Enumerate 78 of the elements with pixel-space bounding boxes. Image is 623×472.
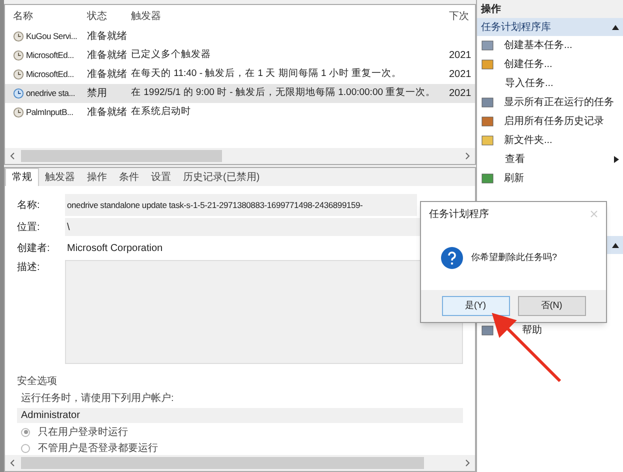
collapse-icon[interactable] bbox=[612, 242, 619, 248]
action-item[interactable]: 导入任务... bbox=[477, 74, 623, 93]
task-trigger: 在每天的 11:40 - 触发后，在 1 天 期间每隔 1 小时 重复一次。 bbox=[131, 67, 403, 82]
tab[interactable]: 操作 bbox=[81, 168, 113, 186]
name-field[interactable]: onedrive standalone update task-s-1-5-21-2971380883-1699771498-2436899159- bbox=[65, 194, 417, 216]
submenu-arrow-icon bbox=[614, 156, 619, 163]
task-next-run: 2021 bbox=[449, 68, 472, 82]
task-status: 准备就绪 bbox=[87, 30, 128, 44]
dialog-button[interactable]: 是(Y) bbox=[442, 296, 510, 316]
run-as-label: 运行任务时，请使用下列用户帐户: bbox=[20, 392, 175, 406]
field-label: 位置: bbox=[17, 220, 41, 234]
refresh-icon bbox=[481, 172, 494, 185]
task-row[interactable]: onedrive sta... 禁用 在 1992/5/1 的 9:00 时 - 触发后，无限期地每隔 1.00:00:00 重复一次。 2021 bbox=[5, 84, 475, 103]
section-title: 安全选项 bbox=[17, 374, 58, 389]
collapse-icon[interactable] bbox=[612, 24, 619, 30]
task-row[interactable]: PalmInputB... 准备就绪 在系统启动时 bbox=[5, 103, 475, 122]
tab[interactable]: 条件 bbox=[113, 168, 145, 186]
task-name: KuGou Servi... bbox=[26, 30, 78, 43]
clock-icon bbox=[13, 107, 24, 118]
tab[interactable]: 历史记录(已禁用) bbox=[177, 168, 266, 186]
field-label: 创建者: bbox=[17, 242, 51, 256]
task-status: 准备就绪 bbox=[87, 68, 128, 82]
task-trigger: 在系统启动时 bbox=[131, 105, 192, 120]
task-row[interactable]: KuGou Servi... 准备就绪 bbox=[5, 27, 475, 46]
radio-label: 不管用户是否登录都要运行 bbox=[38, 442, 158, 455]
task-status: 准备就绪 bbox=[87, 106, 128, 120]
clock-icon bbox=[13, 50, 24, 61]
task-name: MicrosoftEd... bbox=[26, 68, 74, 81]
tab[interactable]: 常规 bbox=[5, 168, 39, 186]
document-icon bbox=[481, 324, 494, 337]
description-field[interactable] bbox=[65, 260, 463, 364]
tab[interactable]: 触发器 bbox=[39, 168, 81, 186]
column-header[interactable]: 状态 bbox=[87, 8, 131, 24]
task-next-run: 2021 bbox=[449, 49, 472, 63]
clock-icon bbox=[13, 69, 24, 80]
action-item[interactable]: 创建任务... bbox=[477, 55, 623, 74]
action-item[interactable]: 创建基本任务... bbox=[477, 36, 623, 55]
field-label: 名称: bbox=[17, 198, 41, 212]
task-row[interactable]: MicrosoftEd... 准备就绪 在每天的 11:40 - 触发后，在 1 天 期间每隔 1 小时 重复一次。 2021 bbox=[5, 65, 475, 84]
action-item[interactable]: 刷新 bbox=[477, 169, 623, 188]
document-icon bbox=[481, 96, 494, 109]
folder-icon bbox=[481, 134, 494, 147]
panel-title: 操作 bbox=[477, 0, 623, 18]
field-label: 描述: bbox=[17, 260, 41, 275]
action-item[interactable]: 启用所有任务历史记录 bbox=[477, 112, 623, 131]
radio-button[interactable] bbox=[21, 428, 30, 436]
radio-label: 只在用户登录时运行 bbox=[38, 426, 128, 440]
dialog-message: 你希望删除此任务吗? bbox=[471, 251, 558, 264]
action-item[interactable]: 新文件夹... bbox=[477, 131, 623, 150]
annotation-arrow bbox=[490, 313, 562, 383]
task-name: onedrive sta... bbox=[26, 87, 75, 100]
task-name: PalmInputB... bbox=[26, 106, 74, 119]
question-icon bbox=[441, 247, 463, 269]
task-status: 禁用 bbox=[87, 86, 108, 101]
task-trigger: 已定义多个触发器 bbox=[131, 48, 212, 62]
document-icon bbox=[481, 58, 494, 71]
column-header[interactable]: 名称 bbox=[5, 8, 87, 24]
document-icon bbox=[481, 115, 494, 128]
task-row[interactable]: MicrosoftEd... 准备就绪 已定义多个触发器 2021 bbox=[5, 46, 475, 65]
document-icon bbox=[481, 39, 494, 52]
task-next-run: 2021 bbox=[449, 87, 472, 101]
task-status: 准备就绪 bbox=[87, 48, 128, 63]
clock-icon bbox=[13, 88, 24, 99]
action-item[interactable]: 帮助 bbox=[477, 321, 623, 340]
horizontal-scrollbar[interactable] bbox=[5, 148, 475, 164]
clock-icon bbox=[13, 31, 24, 42]
dialog-button[interactable]: 否(N) bbox=[518, 296, 586, 316]
action-item[interactable]: 查看 bbox=[477, 150, 623, 169]
horizontal-scrollbar[interactable] bbox=[5, 455, 475, 471]
tab[interactable]: 设置 bbox=[145, 168, 177, 186]
action-item[interactable]: 显示所有正在运行的任务 bbox=[477, 93, 623, 112]
task-name: MicrosoftEd... bbox=[26, 49, 74, 62]
column-header[interactable]: 下次 bbox=[449, 8, 475, 24]
user-account-field: Administrator bbox=[17, 408, 463, 423]
radio-button[interactable] bbox=[21, 444, 30, 452]
section-header[interactable]: 任务计划程序库 bbox=[477, 18, 623, 36]
task-trigger: 在 1992/5/1 的 9:00 时 - 触发后，无限期地每隔 1.00:00:00 重复一次。 bbox=[131, 86, 437, 100]
column-header[interactable]: 触发器 bbox=[131, 8, 449, 24]
